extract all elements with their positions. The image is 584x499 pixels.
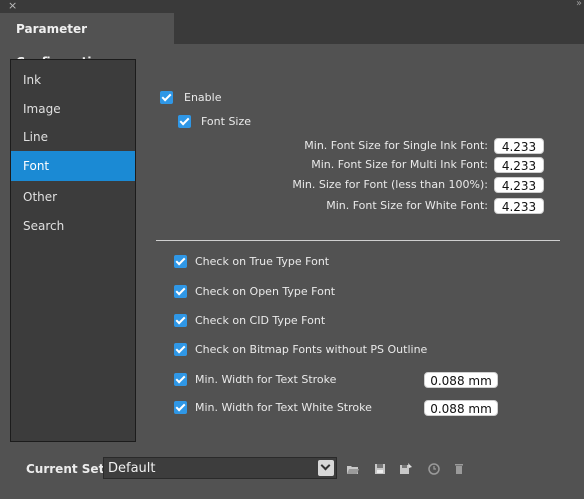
- min-font-size-multi-ink-input[interactable]: 4.233: [494, 157, 544, 173]
- text-white-stroke-label: Min. Width for Text White Stroke: [195, 401, 372, 414]
- sidebar-item-search[interactable]: Search: [11, 211, 135, 241]
- min-font-size-single-ink-label: Min. Font Size for Single Ink Font:: [304, 139, 488, 152]
- bitmap-fonts-checkbox[interactable]: [174, 343, 187, 356]
- current-set-select[interactable]: Default: [103, 457, 337, 479]
- min-font-size-single-ink-input[interactable]: 4.233: [494, 138, 544, 154]
- min-size-font-less-than-100-label: Min. Size for Font (less than 100%):: [292, 178, 488, 191]
- section-divider: [156, 240, 560, 241]
- category-sidebar: Ink Image Line Font Other Search: [10, 59, 136, 442]
- min-font-size-white-font-label: Min. Font Size for White Font:: [326, 199, 488, 212]
- cid-type-font-checkbox[interactable]: [174, 314, 187, 327]
- min-font-size-multi-ink-label: Min. Font Size for Multi Ink Font:: [311, 158, 488, 171]
- text-white-stroke-checkbox[interactable]: [174, 401, 187, 414]
- text-stroke-width-input[interactable]: 0.088 mm: [424, 372, 498, 388]
- close-icon[interactable]: ×: [8, 0, 17, 12]
- open-type-font-label: Check on Open Type Font: [195, 285, 336, 298]
- cid-type-font-label: Check on CID Type Font: [195, 314, 326, 327]
- open-type-font-checkbox[interactable]: [174, 285, 187, 298]
- min-size-font-less-than-100-input[interactable]: 4.233: [494, 177, 544, 193]
- sidebar-item-ink[interactable]: Ink: [11, 65, 135, 95]
- enable-checkbox[interactable]: [160, 91, 173, 104]
- text-white-stroke-width-input[interactable]: 0.088 mm: [424, 400, 498, 416]
- history-icon[interactable]: [427, 462, 441, 476]
- save-icon[interactable]: [373, 462, 387, 476]
- sidebar-item-other[interactable]: Other: [11, 182, 135, 212]
- current-set-label: Current Set:: [26, 462, 110, 476]
- save-as-icon[interactable]: [399, 462, 413, 476]
- current-set-value: Default: [108, 461, 156, 476]
- min-font-size-white-font-input[interactable]: 4.233: [494, 198, 544, 214]
- true-type-font-label: Check on True Type Font: [195, 255, 330, 268]
- text-stroke-label: Min. Width for Text Stroke: [195, 373, 337, 386]
- grip-icon[interactable]: ››: [576, 0, 582, 9]
- sidebar-item-line[interactable]: Line: [11, 122, 135, 152]
- true-type-font-checkbox[interactable]: [174, 255, 187, 268]
- tab-bar: Parameter Configuration: [0, 13, 584, 69]
- sidebar-item-font[interactable]: Font: [11, 151, 135, 181]
- open-icon[interactable]: [346, 462, 360, 476]
- bitmap-fonts-label: Check on Bitmap Fonts without PS Outline: [195, 343, 428, 356]
- tab-parameter-configuration[interactable]: Parameter Configuration: [0, 13, 174, 69]
- delete-icon[interactable]: [452, 462, 466, 476]
- enable-label: Enable: [184, 91, 222, 104]
- sidebar-item-image[interactable]: Image: [11, 94, 135, 124]
- chevron-down-icon[interactable]: [318, 460, 334, 476]
- text-stroke-checkbox[interactable]: [174, 373, 187, 386]
- font-size-label: Font Size: [201, 115, 252, 128]
- title-bar: × ››: [0, 0, 584, 13]
- font-size-checkbox[interactable]: [178, 115, 191, 128]
